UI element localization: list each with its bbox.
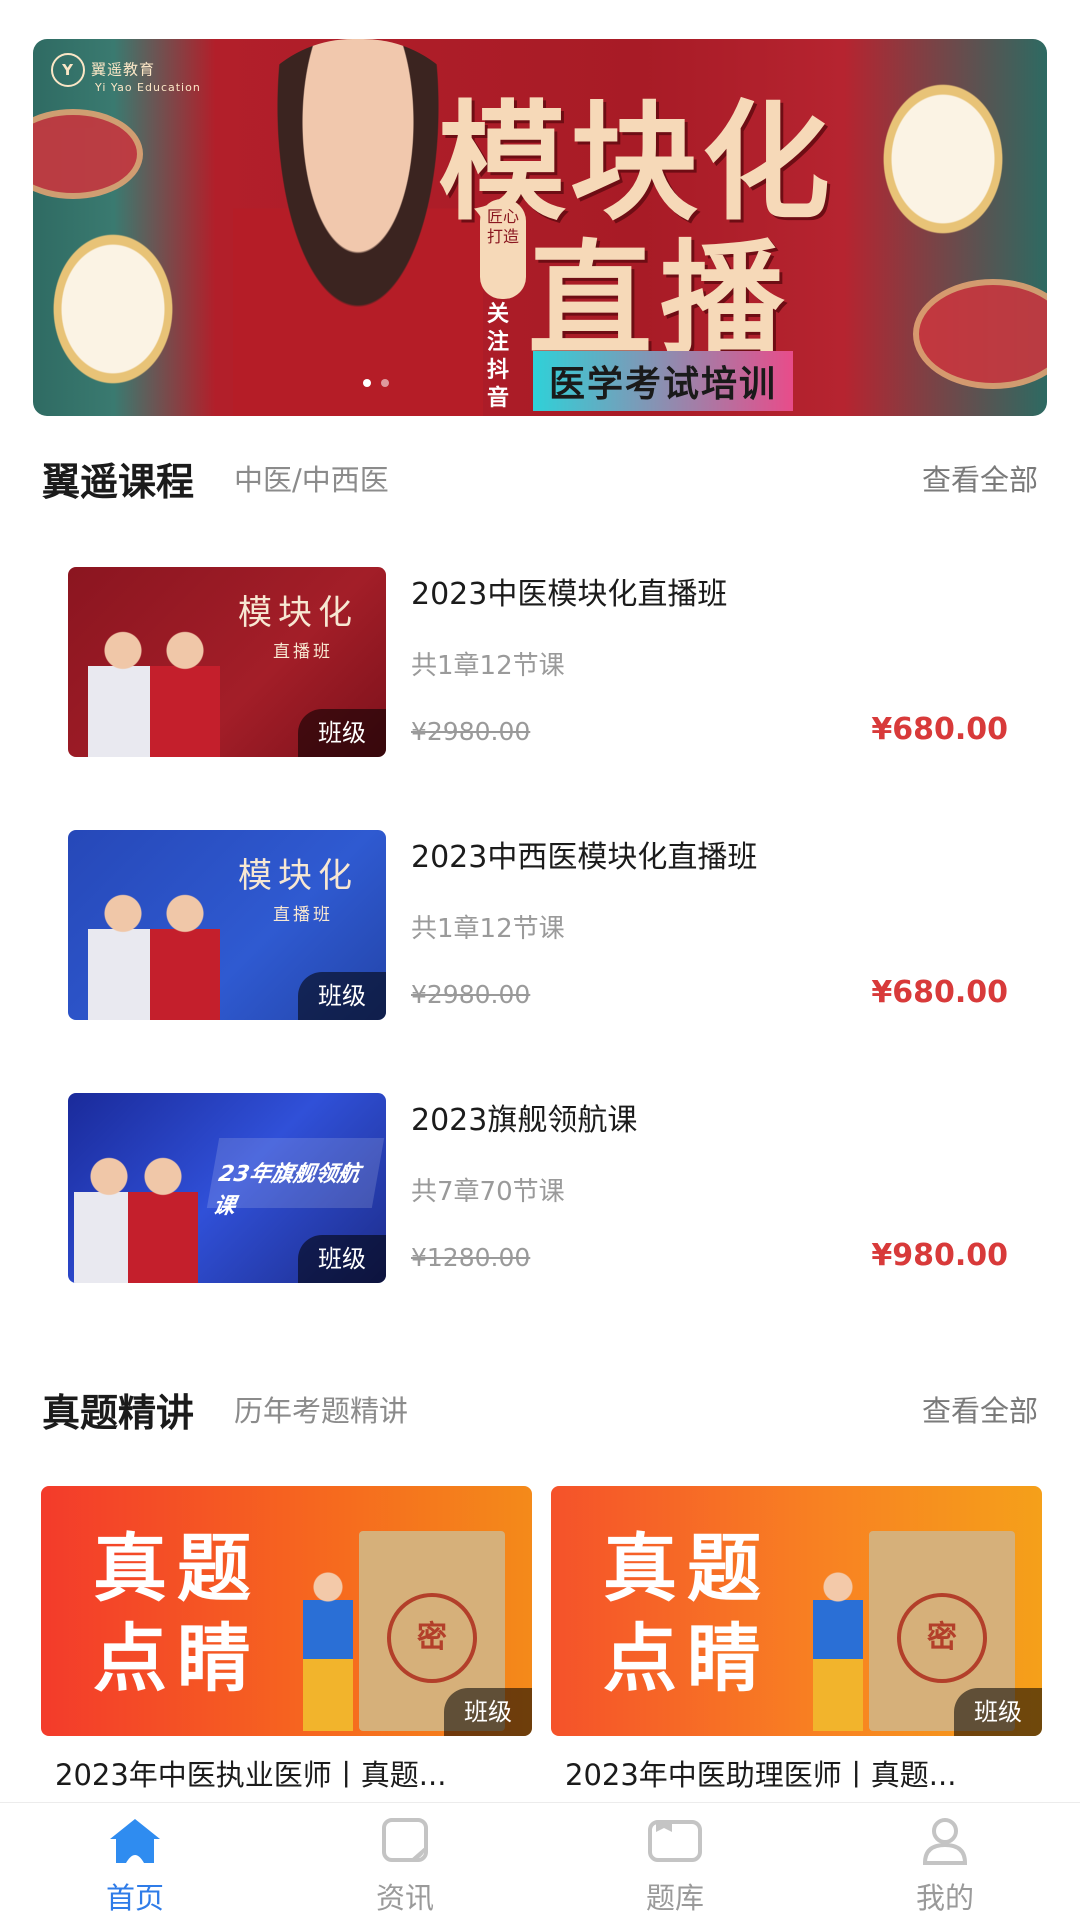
secret-seal: 密 bbox=[897, 1593, 987, 1683]
secret-seal: 密 bbox=[387, 1593, 477, 1683]
banner-logo: Y 翼遥教育 Yi Yao Education bbox=[51, 53, 201, 94]
profile-icon bbox=[915, 1813, 975, 1869]
class-badge: 班级 bbox=[444, 1688, 532, 1736]
thumbnail-title: 模块化 bbox=[238, 856, 358, 896]
course-name[interactable]: 2023旗舰领航课 bbox=[411, 1095, 637, 1139]
section-title: 真题精讲 bbox=[42, 1390, 195, 1435]
cover-headline-line2: 点睛 bbox=[93, 1616, 261, 1702]
banner-logo-sub: Yi Yao Education bbox=[95, 81, 201, 94]
exam-card-cover[interactable]: 真题 点睛 密 班级 bbox=[41, 1486, 532, 1736]
course-price: ¥680.00 bbox=[871, 712, 1008, 747]
class-badge: 班级 bbox=[298, 709, 386, 757]
class-badge: 班级 bbox=[298, 972, 386, 1020]
course-price: ¥980.00 bbox=[871, 1238, 1008, 1273]
exam-card[interactable]: 真题 点睛 密 班级 2023年中医助理医师丨真题... bbox=[551, 1486, 1042, 1794]
course-price: ¥680.00 bbox=[871, 975, 1008, 1010]
cover-headline-line2: 点睛 bbox=[603, 1616, 771, 1702]
course-item[interactable]: 模块化 直播班 班级 2023中医模块化直播班 共1章12节课 ¥2980.00… bbox=[68, 567, 1008, 757]
news-icon bbox=[375, 1813, 435, 1869]
exam-card[interactable]: 真题 点睛 密 班级 2023年中医执业医师丨真题... bbox=[41, 1486, 532, 1794]
tab-profile[interactable]: 我的 bbox=[810, 1803, 1080, 1920]
class-badge: 班级 bbox=[298, 1235, 386, 1283]
exams-section-header: 真题精讲 历年考题精讲 查看全部 bbox=[42, 1379, 1038, 1439]
section-subtitle: 历年考题精讲 bbox=[234, 1394, 409, 1428]
tab-label: 我的 bbox=[915, 1881, 974, 1915]
tab-news[interactable]: 资讯 bbox=[270, 1803, 540, 1920]
teacher-figure-image bbox=[88, 627, 158, 757]
cover-person-illustration bbox=[303, 1571, 353, 1731]
course-thumbnail[interactable]: 模块化 直播班 班级 bbox=[68, 830, 386, 1020]
banner-cloud-decoration bbox=[913, 279, 1047, 389]
teacher-figure-image bbox=[128, 1153, 198, 1283]
view-all-exams-link[interactable]: 查看全部 bbox=[922, 1388, 1038, 1430]
exam-card-cover[interactable]: 真题 点睛 密 班级 bbox=[551, 1486, 1042, 1736]
section-subtitle[interactable]: 中医/中西医 bbox=[234, 457, 389, 499]
course-item[interactable]: 23年旗舰领航课 班级 2023旗舰领航课 共7章70节课 ¥1280.00 ¥… bbox=[68, 1093, 1008, 1283]
cover-headline-line1: 真题 bbox=[603, 1526, 771, 1612]
tab-label: 首页 bbox=[105, 1881, 164, 1915]
logo-mark-icon: Y bbox=[51, 53, 85, 87]
course-original-price: ¥2980.00 bbox=[411, 980, 531, 1009]
cover-headline: 真题 点睛 bbox=[93, 1524, 261, 1704]
tab-label: 资讯 bbox=[375, 1881, 434, 1915]
course-lesson-count: 共7章70节课 bbox=[411, 1177, 565, 1207]
teacher-figure-image bbox=[88, 890, 158, 1020]
view-all-courses-link[interactable]: 查看全部 bbox=[922, 457, 1038, 499]
thumbnail-subtitle: 直播班 bbox=[273, 905, 333, 925]
course-original-price: ¥1280.00 bbox=[411, 1243, 531, 1272]
exam-card-title[interactable]: 2023年中医执业医师丨真题... bbox=[55, 1752, 525, 1794]
thumbnail-title: 23年旗舰领航课 bbox=[206, 1138, 385, 1219]
banner-seal: 匠心打造 bbox=[480, 199, 526, 299]
banner-cloud-decoration bbox=[33, 109, 143, 199]
promo-banner[interactable]: Y 翼遥教育 Yi Yao Education 模块化 匠心打造 直播 关注抖音 … bbox=[33, 39, 1047, 416]
course-thumbnail[interactable]: 23年旗舰领航课 班级 bbox=[68, 1093, 386, 1283]
course-item[interactable]: 模块化 直播班 班级 2023中西医模块化直播班 共1章12节课 ¥2980.0… bbox=[68, 830, 1008, 1020]
question-bank-icon bbox=[645, 1813, 705, 1869]
course-lesson-count: 共1章12节课 bbox=[411, 651, 565, 681]
cover-person-illustration bbox=[813, 1571, 863, 1731]
tab-home[interactable]: 首页 bbox=[0, 1803, 270, 1920]
tab-label: 题库 bbox=[645, 1881, 704, 1915]
thumbnail-title: 模块化 bbox=[238, 593, 358, 633]
banner-crane-image bbox=[33, 209, 193, 409]
home-icon bbox=[105, 1813, 165, 1869]
courses-section-header: 翼遥课程 中医/中西医 查看全部 bbox=[42, 448, 1038, 508]
tab-question-bank[interactable]: 题库 bbox=[540, 1803, 810, 1920]
cover-headline: 真题 点睛 bbox=[603, 1524, 771, 1704]
thumbnail-subtitle: 直播班 bbox=[273, 642, 333, 662]
carousel-indicator bbox=[363, 379, 389, 387]
exam-card-title[interactable]: 2023年中医助理医师丨真题... bbox=[565, 1752, 1035, 1794]
section-title: 翼遥课程 bbox=[42, 459, 195, 504]
teacher-figure-image bbox=[150, 890, 220, 1020]
course-thumbnail[interactable]: 模块化 直播班 班级 bbox=[68, 567, 386, 757]
course-name[interactable]: 2023中西医模块化直播班 bbox=[411, 832, 757, 876]
bottom-tab-bar: 首页 资讯 题库 我的 bbox=[0, 1802, 1080, 1920]
teacher-figure-image bbox=[150, 627, 220, 757]
banner-crane-image bbox=[863, 59, 1023, 259]
carousel-dot[interactable] bbox=[363, 379, 371, 387]
carousel-dot[interactable] bbox=[381, 379, 389, 387]
class-badge: 班级 bbox=[954, 1688, 1042, 1736]
banner-subtitle: 医学考试培训 bbox=[533, 351, 794, 411]
cover-headline-line1: 真题 bbox=[93, 1526, 261, 1612]
banner-follow-text: 关注抖音 bbox=[486, 302, 509, 411]
course-name[interactable]: 2023中医模块化直播班 bbox=[411, 569, 727, 613]
course-original-price: ¥2980.00 bbox=[411, 717, 531, 746]
course-lesson-count: 共1章12节课 bbox=[411, 914, 565, 944]
